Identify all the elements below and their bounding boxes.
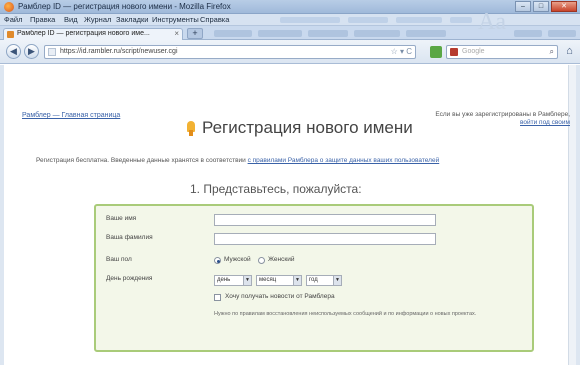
birth-month-select[interactable]: месяц ▼ [256, 275, 302, 286]
search-engine-icon[interactable] [450, 48, 458, 56]
bookmark-placeholder[interactable] [406, 30, 446, 37]
addon-icon[interactable] [430, 46, 442, 58]
menu-help[interactable]: Справка [200, 15, 229, 24]
login-note: Если вы уже зарегистрированы в Рамблере,… [390, 111, 570, 127]
reload-star-icons[interactable]: ☆ ▾ C [391, 47, 412, 56]
home-icon[interactable]: ⌂ [563, 45, 576, 58]
tab-label: Рамблер ID — регистрация нового име... [17, 30, 150, 37]
window-controls: – □ ✕ [515, 1, 577, 12]
login-link[interactable]: войти под своим [520, 119, 570, 126]
birthday-label: День рождения [106, 275, 153, 282]
address-bar[interactable]: https://id.rambler.ru/script/newuser.cgi… [44, 45, 416, 59]
login-note-text: Если вы уже зарегистрированы в Рамблере, [435, 111, 570, 118]
menu-edit[interactable]: Правка [30, 15, 55, 24]
menu-bookmarks[interactable]: Закладки [116, 15, 148, 24]
bookmark-placeholder[interactable] [258, 30, 302, 37]
site-identity-icon[interactable] [48, 48, 56, 56]
rambler-favicon [7, 31, 14, 38]
birth-year-value: год [309, 277, 318, 283]
form-note: Нужно по правилам восстановления неиспол… [214, 311, 477, 317]
birth-month-value: месяц [259, 277, 277, 283]
intro-text: Регистрация бесплатна. Введенные данные … [36, 157, 439, 164]
menu-tools[interactable]: Инструменты [152, 15, 199, 24]
chevron-down-icon: ▼ [243, 276, 251, 285]
search-placeholder[interactable]: Google [462, 48, 485, 55]
intro-sentence: Регистрация бесплатна. Введенные данные … [36, 157, 248, 164]
url-text[interactable]: https://id.rambler.ru/script/newuser.cgi [60, 48, 178, 55]
last-name-label: Ваша фамилия [106, 234, 153, 241]
menu-file[interactable]: Файл [4, 15, 22, 24]
maximize-button[interactable]: □ [533, 1, 549, 12]
navigation-bar: ◀ ▶ https://id.rambler.ru/script/newuser… [0, 40, 580, 64]
toolbar-placeholder [396, 17, 442, 23]
first-name-label: Ваше имя [106, 215, 137, 222]
tab-rambler-registration[interactable]: Рамблер ID — регистрация нового име... × [3, 28, 183, 40]
chevron-down-icon: ▼ [293, 276, 301, 285]
window-title: Рамблер ID — регистрация нового имени - … [18, 2, 231, 11]
close-window-button[interactable]: ✕ [551, 1, 577, 12]
birth-year-select[interactable]: год ▼ [306, 275, 342, 286]
bookmark-placeholder[interactable] [354, 30, 400, 37]
gender-female-label[interactable]: Женский [268, 256, 294, 263]
vertical-scrollbar[interactable] [568, 65, 576, 365]
birth-day-value: день [217, 277, 231, 283]
bookmark-placeholder[interactable] [308, 30, 348, 37]
close-tab-icon[interactable]: × [174, 29, 179, 38]
toolbar-placeholder [280, 17, 340, 23]
search-icon[interactable]: ⌕ [550, 47, 554, 57]
bookmark-placeholder[interactable] [214, 30, 252, 37]
menu-view[interactable]: Вид [64, 15, 78, 24]
forward-button[interactable]: ▶ [24, 44, 39, 59]
zoom-letter-icon: Aa [478, 9, 506, 35]
news-checkbox[interactable] [214, 294, 221, 301]
minimize-button[interactable]: – [515, 1, 531, 12]
new-tab-button[interactable]: + [187, 28, 203, 39]
bookmark-placeholder[interactable] [514, 30, 542, 37]
firefox-icon [4, 2, 14, 12]
bookmark-placeholder[interactable] [548, 30, 576, 37]
gender-male-radio[interactable] [214, 257, 221, 264]
gender-male-label[interactable]: Мужской [224, 256, 251, 263]
page-title: Регистрация нового имени [186, 118, 413, 138]
page-title-text: Регистрация нового имени [202, 118, 413, 137]
rambler-user-icon [186, 120, 196, 136]
first-name-input[interactable] [214, 214, 436, 226]
gender-label: Ваш пол [106, 256, 132, 263]
news-checkbox-label[interactable]: Хочу получать новости от Рамблера [225, 293, 335, 300]
last-name-input[interactable] [214, 233, 436, 245]
toolbar-placeholder [450, 17, 472, 23]
toolbar-placeholder [348, 17, 388, 23]
chevron-down-icon: ▼ [333, 276, 341, 285]
breadcrumb-link[interactable]: Рамблер — Главная страница [22, 112, 120, 119]
privacy-rules-link[interactable]: с правилами Рамблера о защите данных ваш… [248, 157, 440, 164]
step-heading: 1. Представьтесь, пожалуйста: [190, 182, 362, 196]
birth-day-select[interactable]: день ▼ [214, 275, 252, 286]
registration-form: Ваше имя Ваша фамилия Ваш пол Мужской Же… [94, 204, 534, 352]
gender-female-radio[interactable] [258, 257, 265, 264]
menu-history[interactable]: Журнал [84, 15, 111, 24]
search-box[interactable]: Google ⌕ [446, 45, 558, 59]
back-button[interactable]: ◀ [6, 44, 21, 59]
